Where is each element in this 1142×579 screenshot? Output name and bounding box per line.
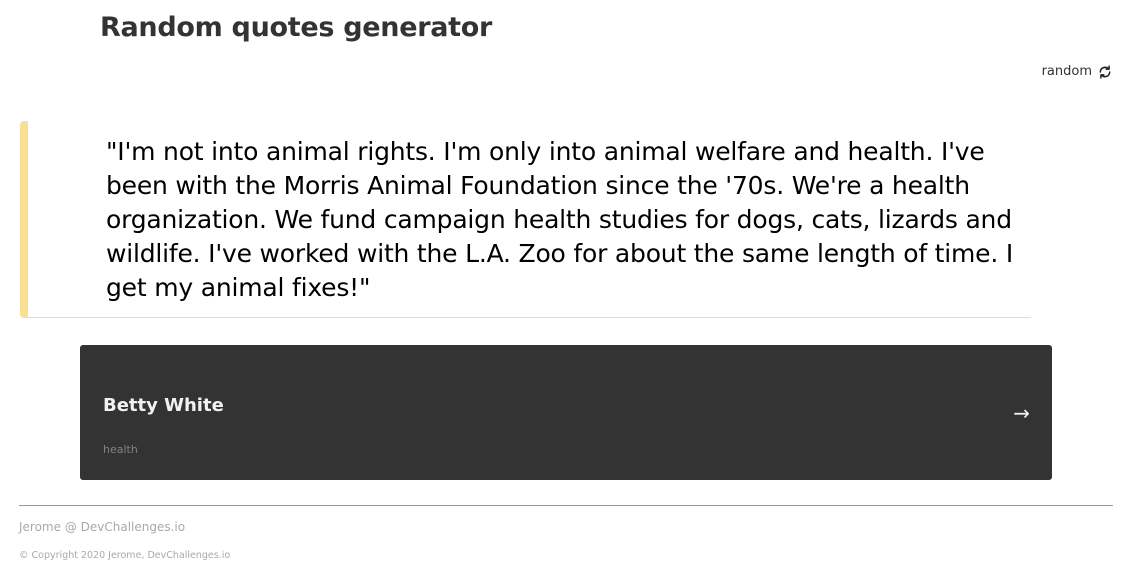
refresh-icon [1098,64,1112,79]
footer-credit: Jerome @ DevChallenges.io [19,520,186,534]
footer-divider [19,505,1113,506]
footer-copyright: © Copyright 2020 Jerome, DevChallenges.i… [19,550,231,561]
page-title: Random quotes generator [100,12,493,43]
author-card[interactable]: Betty White health → [80,345,1052,480]
page: Random quotes generator random "I'm not … [0,0,1142,579]
quote-genre: health [103,443,138,456]
random-button[interactable]: random [1042,64,1112,79]
quote-block: "I'm not into animal rights. I'm only in… [20,121,1031,318]
author-name: Betty White [103,395,224,416]
quote-text: "I'm not into animal rights. I'm only in… [106,137,1014,302]
random-button-label: random [1041,64,1092,79]
arrow-right-icon: → [1013,401,1030,425]
